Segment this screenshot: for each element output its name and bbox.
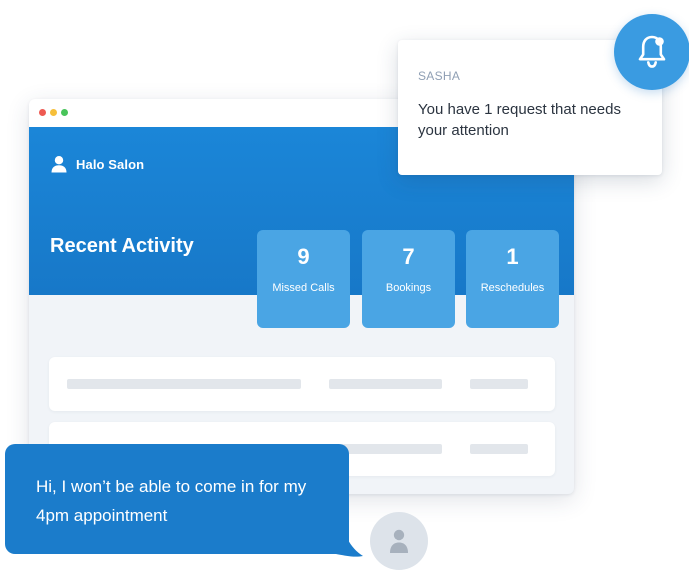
placeholder-bar bbox=[470, 444, 528, 454]
bell-icon bbox=[638, 35, 666, 68]
user-icon bbox=[51, 156, 67, 173]
account-brand[interactable]: Halo Salon bbox=[50, 155, 144, 173]
chat-bubble-tail bbox=[336, 514, 363, 557]
stat-card-bookings[interactable]: 7 Bookings bbox=[362, 230, 455, 328]
activity-row-placeholder[interactable] bbox=[49, 357, 555, 411]
chat-bubble: Hi, I won’t be able to come in for my 4p… bbox=[5, 444, 349, 554]
stat-value: 9 bbox=[297, 244, 310, 269]
sender-avatar bbox=[370, 512, 428, 570]
stat-card-missed-calls[interactable]: 9 Missed Calls bbox=[257, 230, 350, 328]
window-maximize-button[interactable] bbox=[61, 109, 68, 116]
stat-label: Bookings bbox=[385, 282, 432, 294]
section-title: Recent Activity bbox=[50, 235, 194, 257]
stat-value: 1 bbox=[506, 244, 519, 269]
user-avatar-icon bbox=[390, 529, 408, 553]
chat-message: Hi, I won’t be able to come in for my 4p… bbox=[36, 477, 307, 525]
salon-name: Halo Salon bbox=[76, 156, 145, 172]
placeholder-bar bbox=[67, 379, 301, 389]
stat-label: Reschedules bbox=[480, 282, 545, 294]
notification-sender: SASHA bbox=[418, 69, 461, 83]
stat-value: 7 bbox=[402, 244, 415, 269]
stat-card-reschedules[interactable]: 1 Reschedules bbox=[466, 230, 559, 328]
stat-label: Missed Calls bbox=[272, 282, 335, 294]
notification-bell-button[interactable] bbox=[614, 14, 689, 90]
notification-message: You have 1 request that needs your atten… bbox=[418, 101, 621, 139]
placeholder-bar bbox=[470, 379, 528, 389]
window-close-button[interactable] bbox=[39, 109, 46, 116]
window-minimize-button[interactable] bbox=[50, 109, 57, 116]
placeholder-bar bbox=[329, 379, 442, 389]
